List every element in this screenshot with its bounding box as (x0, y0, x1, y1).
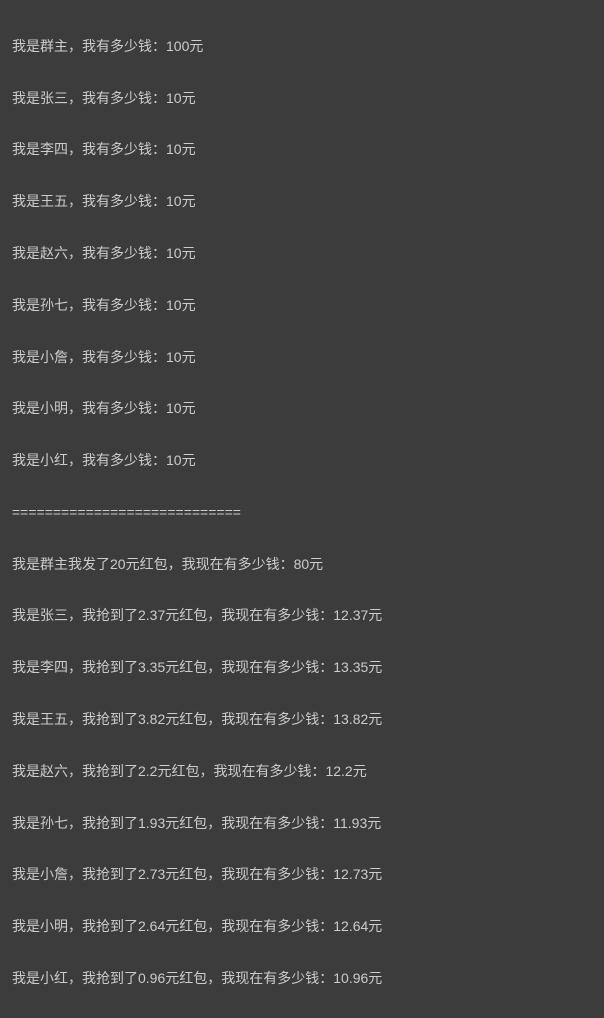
output-line: 我是张三，我抢到了2.37元红包，我现在有多少钱：12.37元 (12, 603, 592, 629)
output-line: 我是小红，我抢到了0.96元红包，我现在有多少钱：10.96元 (12, 966, 592, 992)
output-line: 我是王五，我有多少钱：10元 (12, 189, 592, 215)
output-line: 我是小明，我抢到了2.64元红包，我现在有多少钱：12.64元 (12, 914, 592, 940)
output-line: 我是小詹，我有多少钱：10元 (12, 345, 592, 371)
output-line: 我是群主，我有多少钱：100元 (12, 34, 592, 60)
console-output: 我是群主，我有多少钱：100元 我是张三，我有多少钱：10元 我是李四，我有多少… (12, 8, 592, 1018)
output-line: 我是小红，我有多少钱：10元 (12, 448, 592, 474)
output-line: 我是孙七，我有多少钱：10元 (12, 293, 592, 319)
output-line: 我是张三，我有多少钱：10元 (12, 86, 592, 112)
divider-line: ============================ (12, 500, 592, 526)
output-line: 我是小詹，我抢到了2.73元红包，我现在有多少钱：12.73元 (12, 862, 592, 888)
output-line: 我是小明，我有多少钱：10元 (12, 396, 592, 422)
output-line: 我是赵六，我抢到了2.2元红包，我现在有多少钱：12.2元 (12, 759, 592, 785)
output-line: 我是孙七，我抢到了1.93元红包，我现在有多少钱：11.93元 (12, 811, 592, 837)
output-line: 我是赵六，我有多少钱：10元 (12, 241, 592, 267)
output-line: 我是群主我发了20元红包，我现在有多少钱：80元 (12, 552, 592, 578)
output-line: 我是王五，我抢到了3.82元红包，我现在有多少钱：13.82元 (12, 707, 592, 733)
output-line: 我是李四，我抢到了3.35元红包，我现在有多少钱：13.35元 (12, 655, 592, 681)
output-line: 我是李四，我有多少钱：10元 (12, 137, 592, 163)
